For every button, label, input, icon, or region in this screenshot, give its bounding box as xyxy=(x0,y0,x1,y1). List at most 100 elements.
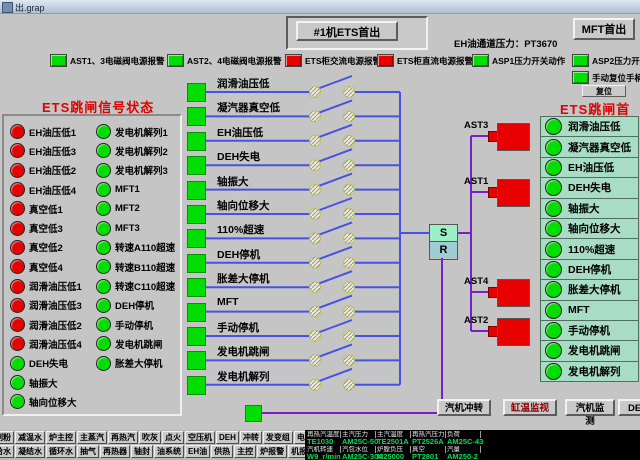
status-column: 汽包水位AM25C-304 xyxy=(342,446,376,460)
nav-button[interactable]: 缸温监视 xyxy=(503,399,557,416)
taskbar-button[interactable]: 主控 xyxy=(234,445,256,458)
status-lamp-icon xyxy=(10,298,25,313)
taskbar-button[interactable]: 点火 xyxy=(162,431,184,444)
status-lamp-icon xyxy=(545,220,562,237)
status-value: TE2501A xyxy=(377,438,411,446)
taskbar-button[interactable]: DEH xyxy=(216,431,239,444)
sr-flipflop: S R xyxy=(429,224,458,260)
status-lamp-icon xyxy=(96,298,111,313)
ets-first-out-frame: #1机ETS首出 xyxy=(286,16,428,50)
nav-button[interactable]: 汽机冲转 xyxy=(437,399,491,416)
ets-first-out-button[interactable]: #1机ETS首出 xyxy=(296,21,398,41)
trip-signal-item: 真空低4 xyxy=(10,257,82,276)
contact-terminal-hatch xyxy=(310,87,321,98)
trip-signal-label: 手动停机 xyxy=(115,318,153,332)
contact-terminal-hatch xyxy=(344,282,355,293)
taskbar-button[interactable]: 油系统 xyxy=(154,445,184,458)
trip-signal-item: 手动停机 xyxy=(96,315,175,334)
trip-signal-label: 胀差大停机 xyxy=(115,356,163,370)
contact-terminal xyxy=(344,184,355,195)
taskbar-button[interactable]: 减温水 xyxy=(15,431,45,444)
window-icon xyxy=(2,2,13,13)
status-value: AM25C-43 xyxy=(447,438,481,446)
contact-terminal xyxy=(310,87,321,98)
taskbar-button[interactable]: 主蒸汽 xyxy=(77,431,107,444)
signal-label: EH油压低 xyxy=(217,125,263,140)
taskbar-button[interactable]: 给水 xyxy=(0,445,14,458)
taskbar-button[interactable]: 循环水 xyxy=(46,445,76,458)
trip-signal-item: 润滑油压低3 xyxy=(10,296,82,315)
ast-valve-box xyxy=(497,279,530,307)
trip-signal-item: 发电机解列2 xyxy=(96,141,175,160)
lamp-label: 手动复位手柄 xyxy=(592,72,640,84)
contact-terminal xyxy=(310,355,321,366)
lamp-label: ASP1压力开关动作 xyxy=(492,55,565,67)
status-lamp-icon xyxy=(545,281,562,298)
taskbar-row-1: 制粉减温水炉主控主蒸汽再热汽吹灰点火空压机DEH冲转发变组电气主画单 xyxy=(0,431,347,444)
status-lamp-icon xyxy=(545,159,562,176)
signal-label: 手动停机 xyxy=(217,320,259,335)
first-out-list: 润滑油压低凝汽器真空低EH油压低DEH失电轴振大轴向位移大110%超速DEH停机… xyxy=(540,117,639,382)
taskbar-button[interactable]: 再热汽 xyxy=(108,431,138,444)
trip-signal-item: 润滑油压低1 xyxy=(10,276,82,295)
contact-terminal-hatch xyxy=(310,355,321,366)
taskbar-button[interactable]: 空压机 xyxy=(185,431,215,444)
taskbar-button[interactable]: 炉报警 xyxy=(257,445,287,458)
status-lamp-icon xyxy=(10,336,25,351)
contact-blade xyxy=(317,320,352,333)
window-titlebar[interactable]: 出.grap xyxy=(0,0,640,14)
signal-input-square xyxy=(187,327,206,346)
contact-terminal-hatch xyxy=(310,282,321,293)
trip-signal-item: 转速C110超速 xyxy=(96,276,175,295)
trip-signal-label: 转速C110超速 xyxy=(115,279,175,293)
ast-valve-label: AST4 xyxy=(464,276,488,287)
trip-signal-label: MFT2 xyxy=(115,203,140,214)
taskbar-button[interactable]: 吹灰 xyxy=(139,431,161,444)
taskbar-button[interactable]: 炉主控 xyxy=(46,431,76,444)
trip-signal-item: 轴振大 xyxy=(10,373,82,392)
status-value: PT2526A xyxy=(412,438,446,446)
trip-signal-label: 发电机解列3 xyxy=(115,163,168,177)
status-panel: 再热汽温度TE1030主汽压力AM25C-50主汽温度TE2501A再热汽压力P… xyxy=(305,430,640,460)
trip-signal-item: DEH停机 xyxy=(96,296,175,315)
taskbar-button[interactable]: 供热 xyxy=(211,445,233,458)
taskbar-button[interactable]: 凝结水 xyxy=(15,445,45,458)
trip-signal-item: 胀差大停机 xyxy=(96,354,175,373)
status-lamp-icon xyxy=(96,356,111,371)
contact-blade xyxy=(317,125,352,138)
status-lamp-icon xyxy=(545,322,562,339)
nav-button[interactable]: DEH xyxy=(618,399,640,416)
nav-button[interactable]: 汽机监测 xyxy=(565,399,615,416)
taskbar-button[interactable]: 制粉 xyxy=(0,431,14,444)
first-out-label: 润滑油压低 xyxy=(568,119,621,134)
first-out-item: 轴振大 xyxy=(540,198,639,219)
status-lamp-icon xyxy=(545,342,562,359)
mft-first-out-button[interactable]: MFT首出 xyxy=(573,18,635,40)
taskbar-button[interactable]: 轴封 xyxy=(131,445,153,458)
signal-input-square xyxy=(187,229,206,248)
trip-signal-label: 发电机跳闸 xyxy=(115,337,163,351)
taskbar-button[interactable]: 再热器 xyxy=(100,445,130,458)
taskbar-button[interactable]: 冲转 xyxy=(240,431,262,444)
alarm-lamp: AST1、3电磁阀电源报警 xyxy=(50,54,164,67)
trip-signal-label: MFT1 xyxy=(115,184,140,195)
contact-terminal xyxy=(344,257,355,268)
contact-terminal-hatch xyxy=(310,306,321,317)
first-out-item: 胀差大停机 xyxy=(540,279,639,300)
taskbar-button[interactable]: 发变组 xyxy=(263,431,293,444)
status-value: TE1030 xyxy=(307,438,341,446)
reset-button[interactable]: 复位 xyxy=(582,85,626,97)
lamp-label: AST1、3电磁阀电源报警 xyxy=(70,55,164,67)
signal-input-square xyxy=(187,303,206,322)
contact-terminal xyxy=(344,209,355,220)
signal-label: DEH停机 xyxy=(217,247,260,262)
contact-blade xyxy=(317,222,352,235)
taskbar-button[interactable]: 抽气 xyxy=(77,445,99,458)
status-lamp-icon xyxy=(10,375,25,390)
contact-terminal-hatch xyxy=(344,184,355,195)
trip-signal-label: DEH停机 xyxy=(115,298,154,312)
status-lamp-icon xyxy=(96,201,111,216)
alarm-lamp: ASP1压力开关动作 xyxy=(472,54,565,67)
first-out-label: 手动停机 xyxy=(568,323,610,338)
taskbar-button[interactable]: EH油 xyxy=(185,445,210,458)
